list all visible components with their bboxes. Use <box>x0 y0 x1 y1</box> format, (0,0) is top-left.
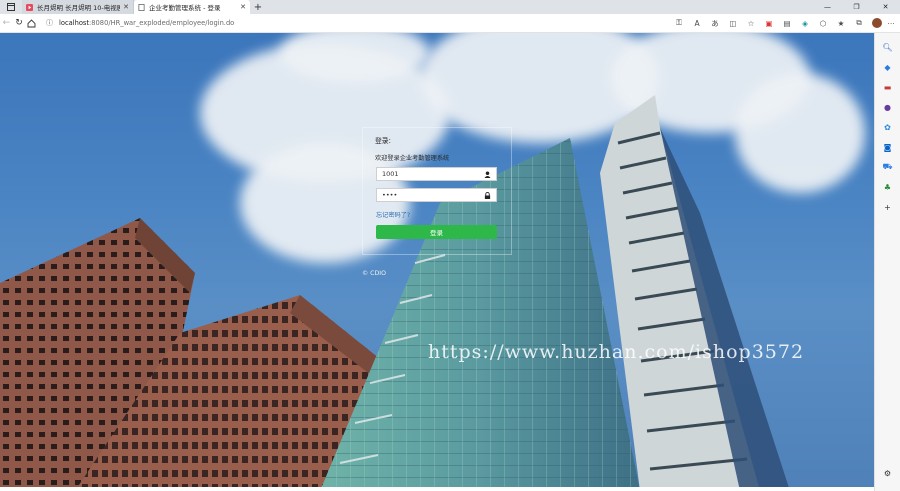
back-arrow-icon: ← <box>2 18 11 28</box>
favorites-icon[interactable]: ★ <box>832 14 850 33</box>
tab-actions-button[interactable] <box>0 0 22 14</box>
toolbar-icons: ⚿ A あ ◫ ☆ ▣ ▤ ◈ ⬡ ★ ⧉ ⋯ <box>670 14 900 33</box>
address-bar[interactable]: ⓘ localhost:8080/HR_war_exploded/employe… <box>38 14 598 33</box>
login-title: 登录: <box>375 137 391 145</box>
edge-sidebar: 🔍︎ ◆ ▬ ● ✿ ◙ ⛟ ♣ + ⚙ <box>874 33 900 491</box>
favorite-star-icon[interactable]: ☆ <box>742 14 760 33</box>
tab-title: 长月烬明 长月烬明 10-电视剧-在线 <box>37 4 121 12</box>
url-path: :8080/HR_war_exploded/employee/login.do <box>89 19 235 27</box>
minimize-button[interactable]: — <box>813 0 842 14</box>
outlook-icon[interactable]: ◙ <box>878 137 898 157</box>
extension-red-icon[interactable]: ▣ <box>760 14 778 33</box>
page-icon <box>138 3 145 11</box>
refresh-button[interactable]: ↻ <box>13 14 26 33</box>
user-icon <box>484 170 491 178</box>
close-tab-icon[interactable]: ✕ <box>123 3 129 11</box>
close-tab-icon[interactable]: ✕ <box>240 3 246 11</box>
forgot-password-link[interactable]: 忘记密码了? <box>376 210 410 219</box>
add-icon[interactable]: + <box>878 197 898 217</box>
tab-strip: 长月烬明 长月烬明 10-电视剧-在线 ✕ 企业考勤管理系统 - 登录 ✕ + … <box>0 0 900 14</box>
refresh-icon: ↻ <box>15 18 23 28</box>
shopping-cart-icon[interactable]: ⛟ <box>878 157 898 177</box>
url-host: localhost <box>59 19 90 27</box>
login-subtitle: 欢迎登录企业考勤管理系统 <box>375 155 450 162</box>
settings-gear-icon[interactable]: ⚙ <box>878 463 898 483</box>
collections-icon[interactable]: ⧉ <box>850 14 868 33</box>
username-field[interactable]: 1001 <box>376 167 497 181</box>
tab-login[interactable]: 企业考勤管理系统 - 登录 ✕ <box>134 0 250 14</box>
extension-game-icon[interactable]: ▤ <box>778 14 796 33</box>
tree-icon[interactable]: ♣ <box>878 177 898 197</box>
home-icon <box>27 18 36 27</box>
city-buildings <box>0 95 790 491</box>
office-icon[interactable]: ✿ <box>878 117 898 137</box>
tab-title: 企业考勤管理系统 - 登录 <box>149 4 221 12</box>
close-window-button[interactable]: ✕ <box>871 0 900 14</box>
tab-actions-icon <box>7 3 15 11</box>
more-menu-icon[interactable]: ⋯ <box>882 14 900 33</box>
translate-icon[interactable]: あ <box>706 14 724 33</box>
new-tab-button[interactable]: + <box>250 0 266 14</box>
shopping-tag-icon[interactable]: ◆ <box>878 57 898 77</box>
lock-icon <box>484 191 491 199</box>
toolbox-icon[interactable]: ▬ <box>878 77 898 97</box>
password-field[interactable]: •••• <box>376 188 497 202</box>
home-button[interactable] <box>25 14 38 33</box>
extension-teal-icon[interactable]: ◈ <box>796 14 814 33</box>
password-value: •••• <box>382 191 398 199</box>
key-icon[interactable]: ⚿ <box>670 14 688 33</box>
login-button[interactable]: 登录 <box>376 225 497 239</box>
page-viewport: 登录: 欢迎登录企业考勤管理系统 1001 •••• 忘记密码了? 登录 © C… <box>0 33 874 491</box>
profile-avatar[interactable] <box>872 18 883 28</box>
people-icon[interactable]: ● <box>878 97 898 117</box>
split-screen-icon[interactable]: ◫ <box>724 14 742 33</box>
read-aloud-icon[interactable]: A <box>688 14 706 33</box>
browser-toolbar: ← ↻ ⓘ localhost:8080/HR_war_exploded/emp… <box>0 14 900 33</box>
copyright-text: © CDIO <box>362 270 386 277</box>
tab-video[interactable]: 长月烬明 长月烬明 10-电视剧-在线 ✕ <box>22 0 134 14</box>
site-info-icon[interactable]: ⓘ <box>46 18 53 28</box>
video-site-icon <box>26 3 33 11</box>
taskbar-strip <box>0 487 874 491</box>
watermark-text: https://www.huzhan.com/ishop3572 <box>428 341 805 363</box>
extensions-icon[interactable]: ⬡ <box>814 14 832 33</box>
window-controls: — ❐ ✕ <box>813 0 900 14</box>
back-button[interactable]: ← <box>0 14 13 33</box>
maximize-button[interactable]: ❐ <box>842 0 871 14</box>
username-value: 1001 <box>382 170 399 178</box>
search-icon[interactable]: 🔍︎ <box>878 37 898 57</box>
